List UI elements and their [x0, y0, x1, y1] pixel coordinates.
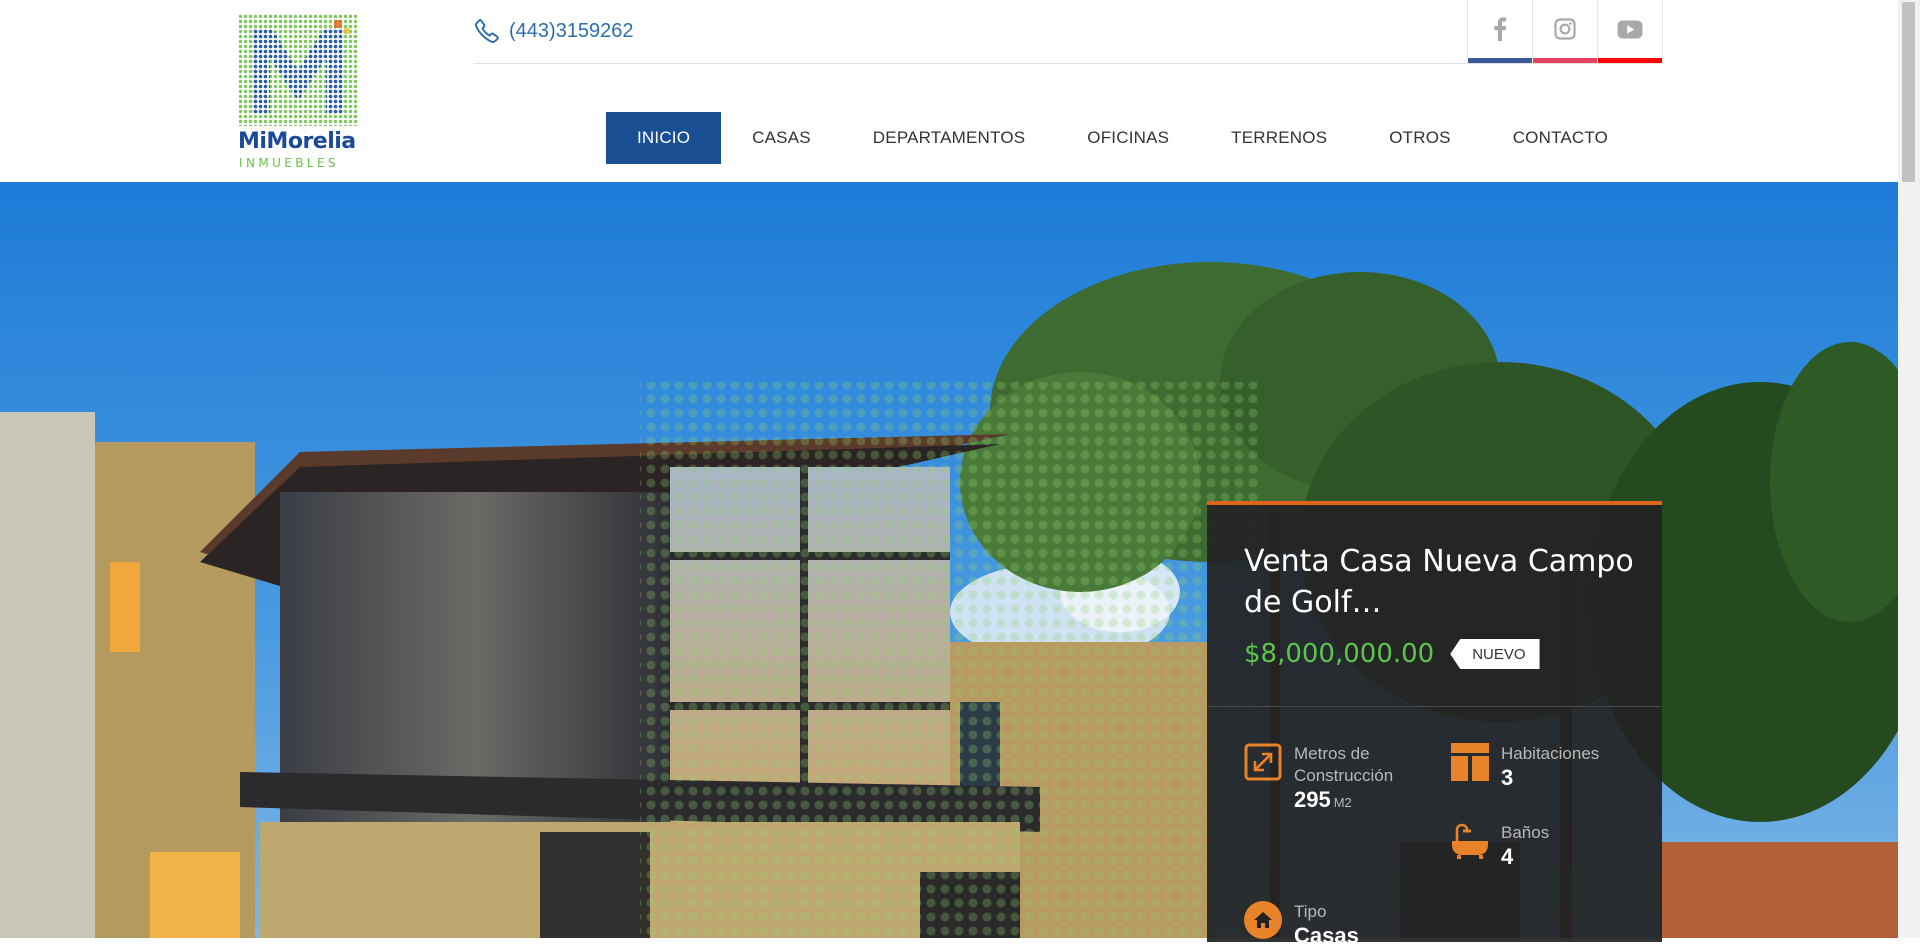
card-divider [1207, 706, 1662, 707]
header-divider [474, 63, 1662, 64]
instagram-accent-bar [1533, 58, 1597, 63]
type-value: Casas [1294, 923, 1359, 948]
mimorelia-logo-icon [238, 14, 358, 126]
facebook-link[interactable] [1467, 0, 1532, 63]
nav-item-contacto[interactable]: CONTACTO [1482, 112, 1639, 164]
feature-type: Tipo Casas [1244, 901, 1359, 949]
baths-value: 4 [1501, 844, 1514, 869]
main-nav: INICIO CASAS DEPARTAMENTOS OFICINAS TERR… [606, 112, 1639, 164]
nav-item-inicio[interactable]: INICIO [606, 112, 722, 164]
facebook-accent-bar [1468, 58, 1532, 63]
page-scrollbar[interactable] [1898, 0, 1920, 938]
feature-value: 295 M2 [1294, 787, 1424, 816]
nav-item-oficinas[interactable]: OFICINAS [1056, 112, 1200, 164]
logo[interactable]: MiMorelia INMUEBLES [238, 14, 358, 170]
facebook-icon [1494, 17, 1507, 41]
feature-baths: Baños 4 [1451, 822, 1549, 870]
rooms-grid-icon [1451, 743, 1489, 781]
status-badge: NUEVO [1450, 639, 1540, 669]
scrollbar-thumb[interactable] [1902, 2, 1915, 182]
instagram-icon [1554, 18, 1576, 40]
feature-construction: Metros de Construcción 295 M2 [1244, 743, 1424, 816]
feature-label: Habitaciones [1501, 744, 1600, 763]
phone-number: (443)3159262 [509, 19, 634, 42]
youtube-link[interactable] [1597, 0, 1663, 63]
social-links [1467, 0, 1663, 63]
nav-item-departamentos[interactable]: DEPARTAMENTOS [842, 112, 1056, 164]
property-price: $8,000,000.00 [1244, 639, 1435, 669]
youtube-icon [1617, 20, 1643, 38]
nav-item-terrenos[interactable]: TERRENOS [1200, 112, 1358, 164]
price-row: $8,000,000.00 NUEVO [1244, 639, 1540, 669]
bathtub-icon [1452, 823, 1488, 859]
area-expand-icon [1244, 743, 1282, 781]
construction-unit: M2 [1333, 795, 1352, 810]
phone-contact[interactable]: (443)3159262 [474, 16, 634, 46]
feature-rooms: Habitaciones 3 [1451, 743, 1599, 791]
home-icon [1244, 901, 1282, 939]
instagram-link[interactable] [1532, 0, 1597, 63]
feature-label: Metros de Construcción [1294, 744, 1394, 785]
nav-item-otros[interactable]: OTROS [1358, 112, 1481, 164]
phone-icon [475, 19, 499, 43]
construction-value: 295 [1294, 787, 1331, 812]
feature-label: Tipo [1294, 902, 1327, 921]
logo-tagline: INMUEBLES [239, 156, 339, 170]
feature-label: Baños [1501, 823, 1550, 842]
youtube-accent-bar [1598, 58, 1662, 63]
rooms-value: 3 [1501, 765, 1514, 790]
nav-item-casas[interactable]: CASAS [721, 112, 842, 164]
logo-brand: MiMorelia [238, 129, 356, 154]
property-title[interactable]: Venta Casa Nueva Campo de Golf… [1244, 541, 1634, 623]
site-header: MiMorelia INMUEBLES (443)3159262 INICIO … [0, 0, 1898, 182]
property-card[interactable]: Venta Casa Nueva Campo de Golf… $8,000,0… [1207, 501, 1662, 948]
